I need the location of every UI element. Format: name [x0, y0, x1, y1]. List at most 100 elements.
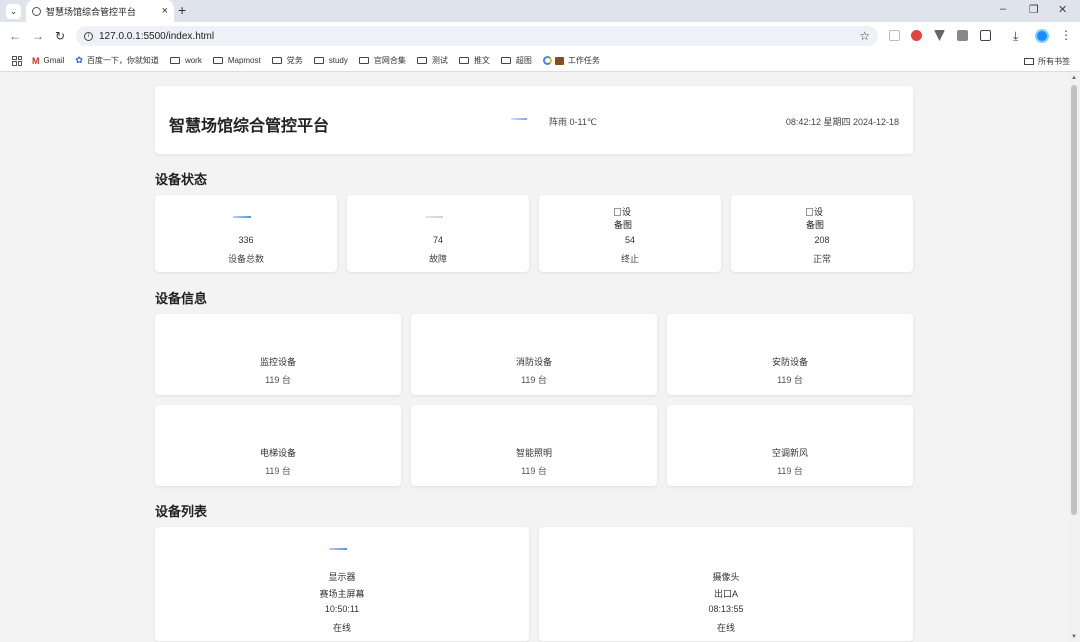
weather-icon — [511, 118, 527, 120]
reload-icon[interactable]: ↻ — [55, 29, 65, 43]
download-icon[interactable]: ⤓ — [1013, 29, 1018, 44]
address-bar[interactable]: i 127.0.0.1:5500/index.html ☆ — [76, 26, 878, 46]
globe-icon — [32, 6, 41, 16]
apps-grid-icon[interactable] — [12, 55, 22, 66]
folder-icon — [212, 57, 223, 64]
info-count: 119 台 — [521, 466, 547, 476]
close-window-icon[interactable]: ✕ — [1058, 3, 1067, 16]
minimize-icon[interactable]: – — [1000, 3, 1006, 15]
device-status: 在线 — [716, 623, 735, 633]
status-card-total[interactable]: 336 设备总数 — [155, 195, 337, 272]
section-title-info: 设备信息 — [155, 291, 208, 306]
folder-icon — [271, 57, 282, 64]
info-count: 119 台 — [265, 375, 291, 385]
bookmark-supermap[interactable]: 超图 — [500, 55, 532, 66]
status-card-stopped[interactable]: 设备图 54 终止 — [539, 195, 721, 272]
folder-icon — [416, 57, 427, 64]
info-name: 安防设备 — [771, 357, 808, 367]
bookmark-party[interactable]: 党务 — [271, 55, 303, 66]
device-status: 在线 — [332, 623, 351, 633]
tab-title: 智慧场馆综合管控平台 — [46, 6, 137, 17]
all-bookmarks[interactable]: 所有书签 — [1024, 56, 1070, 67]
device-type: 显示器 — [328, 572, 356, 582]
scrollbar-thumb[interactable] — [1071, 85, 1077, 515]
weather-text: 阵雨 0-11℃ — [549, 117, 597, 127]
puzzle-icon[interactable] — [980, 30, 991, 41]
device-icon — [329, 548, 347, 550]
google-icon — [542, 56, 552, 65]
page-scrollbar[interactable]: ▲ ▼ — [1068, 73, 1080, 642]
device-time: 10:50:11 — [324, 604, 360, 614]
status-card-fault[interactable]: 74 故障 — [347, 195, 529, 272]
status-value: 74 — [432, 235, 443, 245]
extension-red-icon[interactable] — [911, 30, 922, 41]
page-viewport: 智慧场馆综合管控平台 阵雨 0-11℃ 08:42:12 星期四 2024-12… — [0, 73, 1068, 642]
bookmark-tasks[interactable]: 工作任务 — [542, 55, 600, 66]
device-type: 摄像头 — [712, 572, 740, 582]
device-location: 出口A — [713, 589, 738, 599]
info-card-hvac[interactable]: 空调新风 119 台 — [667, 405, 913, 486]
info-card-security[interactable]: 安防设备 119 台 — [667, 314, 913, 395]
briefcase-icon — [554, 56, 564, 65]
info-name: 监控设备 — [259, 357, 296, 367]
bookmark-baidu[interactable]: ✿ 百度一下，你就知道 — [75, 55, 159, 66]
device-icon — [425, 216, 443, 218]
info-count: 119 台 — [265, 466, 291, 476]
bookmark-work[interactable]: work — [169, 56, 202, 65]
restore-icon[interactable]: ❐ — [1029, 3, 1039, 16]
info-name: 智能照明 — [515, 448, 552, 458]
header-card: 智慧场馆综合管控平台 阵雨 0-11℃ 08:42:12 星期四 2024-12… — [155, 86, 913, 154]
folder-icon — [358, 57, 369, 64]
scroll-up-icon[interactable]: ▲ — [1071, 75, 1077, 81]
device-list-item[interactable]: 摄像头 出口A 08:13:55 在线 — [539, 527, 913, 641]
folder-icon — [313, 57, 324, 64]
extension-shield-icon[interactable] — [934, 30, 945, 41]
broken-image-icon: 设备图 — [806, 207, 825, 230]
status-value: 54 — [624, 235, 635, 245]
folder-icon — [1024, 58, 1034, 65]
section-title-status: 设备状态 — [155, 172, 208, 187]
info-count: 119 台 — [777, 466, 803, 476]
bookmark-official-sites[interactable]: 官网合集 — [358, 55, 406, 66]
bookmark-posts[interactable]: 推文 — [458, 55, 490, 66]
status-label: 正常 — [812, 254, 831, 264]
status-value: 336 — [238, 235, 254, 245]
tab-search-button[interactable]: ⌄ — [6, 4, 21, 19]
extension-icon[interactable] — [889, 30, 900, 41]
forward-icon[interactable]: → — [32, 29, 44, 43]
site-info-icon[interactable]: i — [84, 31, 93, 41]
info-card-fire[interactable]: 消防设备 119 台 — [411, 314, 657, 395]
bookmark-mapmost[interactable]: Mapmost — [212, 56, 261, 65]
baidu-paw-icon: ✿ — [75, 55, 83, 65]
info-count: 119 台 — [521, 375, 547, 385]
bookmark-gmail[interactable]: M Gmail — [32, 56, 64, 66]
folder-icon — [169, 57, 180, 64]
extension-doc-icon[interactable] — [957, 30, 968, 41]
info-name: 消防设备 — [515, 357, 552, 367]
back-icon[interactable]: ← — [9, 29, 21, 43]
info-count: 119 台 — [777, 375, 803, 385]
info-name: 电梯设备 — [259, 448, 296, 458]
page-title: 智慧场馆综合管控平台 — [169, 118, 330, 135]
info-card-elevator[interactable]: 电梯设备 119 台 — [155, 405, 401, 486]
browser-tab[interactable]: 智慧场馆综合管控平台 × — [26, 0, 174, 22]
status-card-normal[interactable]: 设备图 208 正常 — [731, 195, 913, 272]
gmail-icon: M — [32, 55, 40, 66]
folder-icon — [500, 57, 511, 64]
status-label: 设备总数 — [227, 254, 264, 264]
new-tab-button[interactable]: + — [178, 2, 186, 18]
bookmark-study[interactable]: study — [313, 56, 348, 65]
tab-close-button[interactable]: × — [162, 5, 168, 17]
broken-image-icon: 设备图 — [614, 207, 633, 230]
device-list-item[interactable]: 显示器 赛场主屏幕 10:50:11 在线 — [155, 527, 529, 641]
profile-avatar[interactable] — [1035, 29, 1049, 43]
scroll-down-icon[interactable]: ▼ — [1071, 634, 1077, 640]
browser-toolbar: ← → ↻ i 127.0.0.1:5500/index.html ☆ ⤓ ⋮ — [0, 22, 1080, 50]
device-time: 08:13:55 — [708, 604, 744, 614]
menu-icon[interactable]: ⋮ — [1060, 28, 1072, 42]
info-card-lighting[interactable]: 智能照明 119 台 — [411, 405, 657, 486]
url-text[interactable]: 127.0.0.1:5500/index.html — [99, 31, 214, 42]
info-card-monitoring[interactable]: 监控设备 119 台 — [155, 314, 401, 395]
bookmark-test[interactable]: 测试 — [416, 55, 448, 66]
bookmark-star-icon[interactable]: ☆ — [859, 29, 870, 43]
